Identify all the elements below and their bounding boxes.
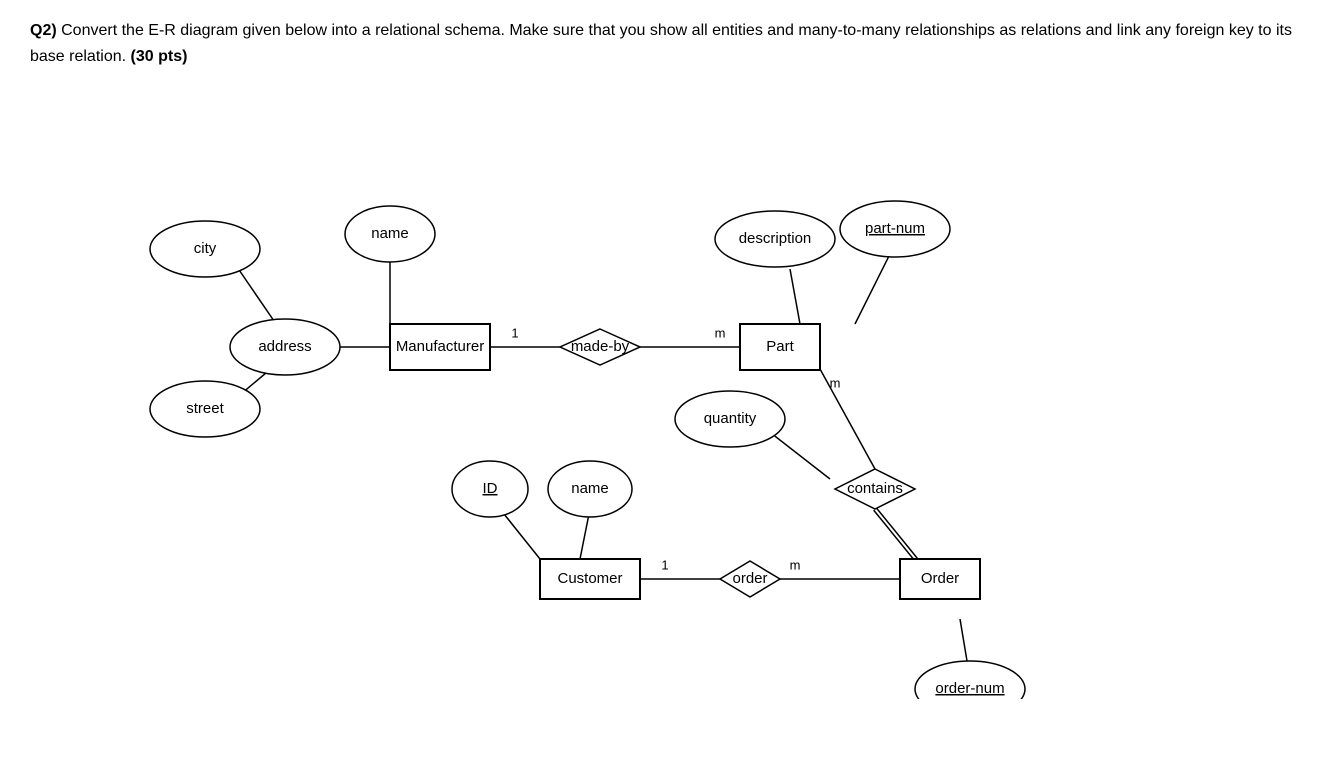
address-label: address xyxy=(258,338,311,355)
cust-name-label: name xyxy=(571,480,609,497)
part-num-label: part-num xyxy=(865,220,925,237)
question-number: Q2) xyxy=(30,22,57,39)
order-rel-label: order xyxy=(732,570,767,587)
made-by-label: made-by xyxy=(571,338,630,355)
quantity-label: quantity xyxy=(704,410,757,427)
card-part-contains: m xyxy=(830,376,841,391)
question-body: Convert the E-R diagram given below into… xyxy=(30,22,1292,65)
card-order-orderrel: m xyxy=(790,558,801,573)
contains-label: contains xyxy=(847,480,903,497)
customer-label: Customer xyxy=(557,570,622,587)
city-label: city xyxy=(194,240,217,257)
mfr-name-label: name xyxy=(371,225,409,242)
card-mfr-madeby: 1 xyxy=(511,326,518,341)
question-points: (30 pts) xyxy=(131,48,188,65)
part-label: Part xyxy=(766,338,794,355)
street-label: street xyxy=(186,400,224,417)
question-text: Q2) Convert the E-R diagram given below … xyxy=(0,0,1323,69)
card-cust-order: 1 xyxy=(661,558,668,573)
manufacturer-label: Manufacturer xyxy=(396,338,484,355)
id-label: ID xyxy=(483,480,498,497)
description-label: description xyxy=(739,230,812,247)
order-num-label: order-num xyxy=(935,680,1004,697)
order-label: Order xyxy=(921,570,959,587)
card-part-madeby: m xyxy=(715,326,726,341)
er-diagram: 1 m m m 1 m Manufacturer Part Customer O… xyxy=(0,79,1323,699)
